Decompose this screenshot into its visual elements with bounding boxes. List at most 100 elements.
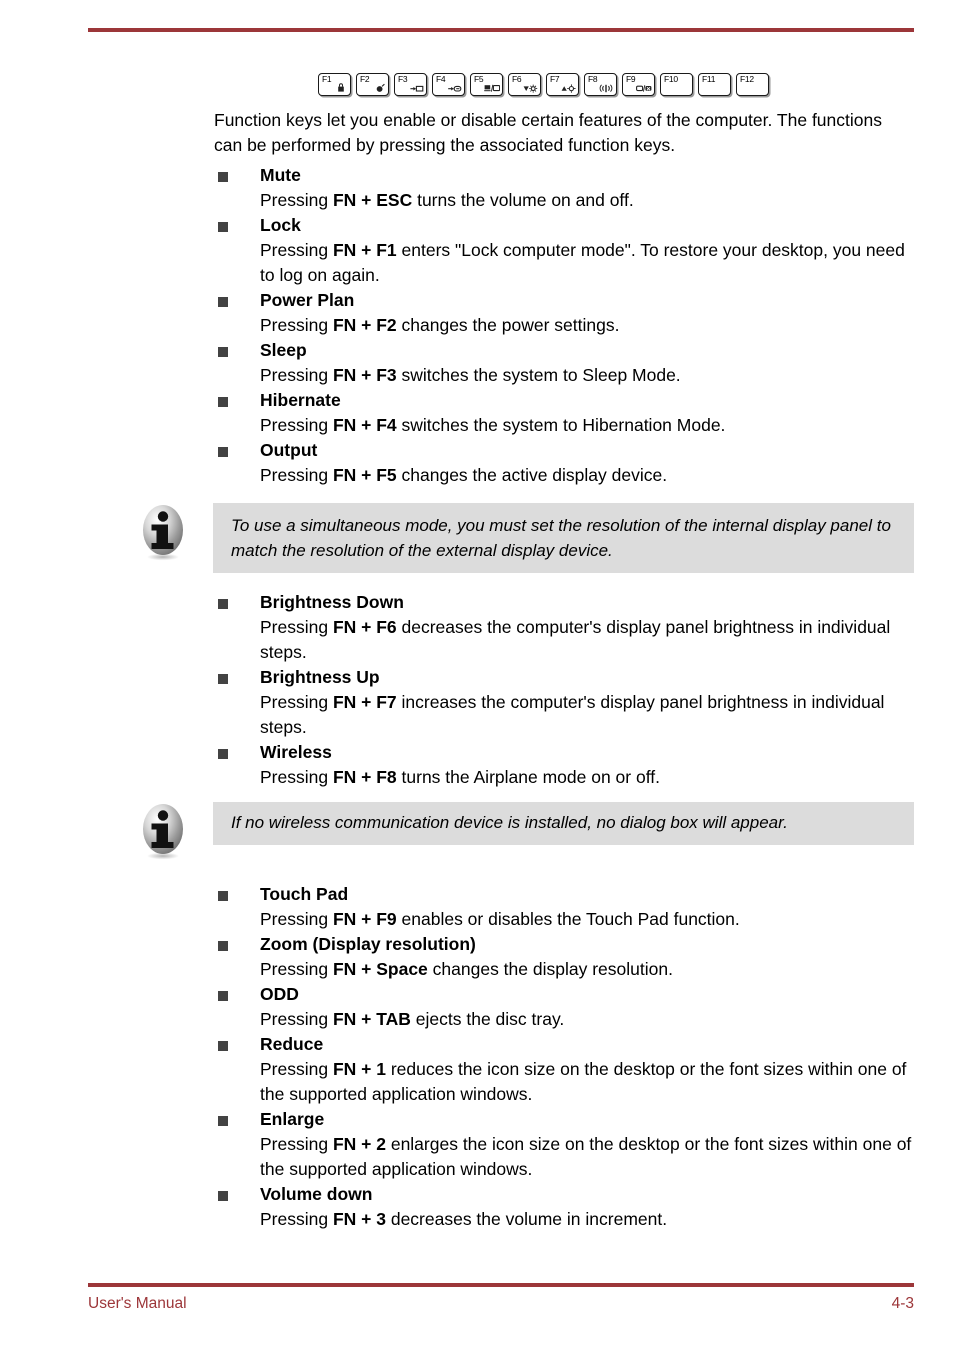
function-key-f6[interactable]: F6 [508, 73, 541, 96]
hibernate-icon [446, 83, 462, 94]
description-suffix: enables or disables the Touch Pad functi… [396, 909, 740, 929]
function-key-row: F1 F2 F3 F4 F5 F6 F7 F8 F9 F10 F11 F12 [318, 73, 769, 96]
function-key-item: Reduce Pressing FN + 1 reduces the icon s… [214, 1032, 914, 1107]
bullet-square-icon [218, 674, 228, 684]
note-body: To use a simultaneous mode, you must set… [213, 503, 914, 573]
shortcut-keys: FN + 1 [332, 1059, 386, 1079]
output-display-icon [484, 83, 500, 94]
bullet-square-icon [218, 1041, 228, 1051]
wireless-icon [598, 83, 614, 94]
function-key-item-description: Pressing FN + 1 reduces the icon size on… [260, 1057, 914, 1107]
info-icon [136, 802, 190, 860]
shortcut-keys: FN + F5 [332, 465, 397, 485]
manual-page: F1 F2 F3 F4 F5 F6 F7 F8 F9 F10 F11 F12 Function key… [0, 0, 954, 1345]
function-key-item-description: Pressing FN + TAB ejects the disc tray. [260, 1007, 914, 1032]
function-key-item: Wireless Pressing FN + F8 turns the Airpl… [214, 740, 914, 790]
function-key-f2[interactable]: F2 [356, 73, 389, 96]
description-prefix: Pressing [260, 190, 333, 210]
description-suffix: decreases the volume in increment. [385, 1209, 668, 1229]
bullet-square-icon [218, 1116, 228, 1126]
function-key-item-description: Pressing FN + 3 decreases the volume in … [260, 1207, 914, 1232]
function-key-label: F2 [360, 74, 370, 84]
function-key-label: F10 [664, 74, 678, 84]
description-suffix: turns the volume on and off. [412, 190, 634, 210]
description-suffix: switches the system to Hibernation Mode. [396, 415, 726, 435]
function-key-f10[interactable]: F10 [660, 73, 693, 96]
note-text: To use a simultaneous mode, you must set… [231, 516, 891, 560]
function-key-item-title: Wireless [260, 742, 332, 762]
function-key-label: F6 [512, 74, 522, 84]
description-suffix: ejects the disc tray. [410, 1009, 565, 1029]
bullet-square-icon [218, 941, 228, 951]
bullet-square-icon [218, 397, 228, 407]
function-key-item: Power Plan Pressing FN + F2 changes the p… [214, 288, 914, 338]
header-rule [88, 28, 914, 32]
description-prefix: Pressing [260, 617, 333, 637]
shortcut-keys: FN + ESC [332, 190, 413, 210]
function-key-item-description: Pressing FN + F8 turns the Airplane mode… [260, 765, 914, 790]
function-key-item-description: Pressing FN + F9 enables or disables the… [260, 907, 914, 932]
description-prefix: Pressing [260, 959, 333, 979]
bullet-square-icon [218, 749, 228, 759]
function-key-item-description: Pressing FN + ESC turns the volume on an… [260, 188, 914, 213]
function-key-f4[interactable]: F4 [432, 73, 465, 96]
function-key-item: Mute Pressing FN + ESC turns the volume o… [214, 163, 914, 213]
function-key-item-title: Brightness Down [260, 592, 404, 612]
function-key-f11[interactable]: F11 [698, 73, 731, 96]
shortcut-keys: FN + TAB [332, 1009, 411, 1029]
footer-page-number: 4-3 [891, 1295, 914, 1312]
shortcut-keys: FN + F8 [332, 767, 397, 787]
function-key-f1[interactable]: F1 [318, 73, 351, 96]
function-key-label: F1 [322, 74, 332, 84]
function-key-f12[interactable]: F12 [736, 73, 769, 96]
description-prefix: Pressing [260, 365, 333, 385]
function-key-item: Lock Pressing FN + F1 enters "Lock comput… [214, 213, 914, 288]
shortcut-keys: FN + F3 [332, 365, 397, 385]
function-key-item-description: Pressing FN + F6 decreases the computer'… [260, 615, 914, 665]
description-suffix: changes the display resolution. [427, 959, 673, 979]
function-key-label: F9 [626, 74, 636, 84]
shortcut-keys: FN + F9 [332, 909, 397, 929]
intro-paragraph: Function keys let you enable or disable … [214, 110, 882, 155]
function-key-item: Sleep Pressing FN + F3 switches the syste… [214, 338, 914, 388]
description-prefix: Pressing [260, 315, 333, 335]
function-key-item-title: Brightness Up [260, 667, 380, 687]
shortcut-keys: FN + F1 [332, 240, 397, 260]
function-key-label: F5 [474, 74, 484, 84]
function-key-item-description: Pressing FN + F2 changes the power setti… [260, 313, 914, 338]
function-key-list-brightness: Brightness Down Pressing FN + F6 decrease… [214, 590, 914, 790]
function-key-item: Output Pressing FN + F5 changes the activ… [214, 438, 914, 488]
shortcut-keys: FN + F7 [332, 692, 397, 712]
function-key-list-secondary: Touch Pad Pressing FN + F9 enables or dis… [214, 882, 914, 1232]
sleep-icon [408, 83, 424, 94]
function-key-f3[interactable]: F3 [394, 73, 427, 96]
function-key-item-description: Pressing FN + F1 enters "Lock computer m… [260, 238, 914, 288]
description-prefix: Pressing [260, 692, 333, 712]
lock-icon [332, 83, 348, 94]
function-key-item-title: Output [260, 440, 318, 460]
function-key-f7[interactable]: F7 [546, 73, 579, 96]
description-prefix: Pressing [260, 909, 333, 929]
description-prefix: Pressing [260, 1009, 333, 1029]
function-key-item-title: ODD [260, 984, 299, 1004]
bullet-square-icon [218, 447, 228, 457]
function-key-f5[interactable]: F5 [470, 73, 503, 96]
bullet-square-icon [218, 172, 228, 182]
function-key-item-title: Zoom (Display resolution) [260, 934, 476, 954]
function-key-item-title: Reduce [260, 1034, 324, 1054]
function-key-item-title: Hibernate [260, 390, 341, 410]
footer-manual-label: User's Manual [88, 1295, 187, 1312]
note-body: If no wireless communication device is i… [213, 802, 914, 845]
function-key-f9[interactable]: F9 [622, 73, 655, 96]
shortcut-keys: FN + Space [332, 959, 428, 979]
function-key-item: Brightness Up Pressing FN + F7 increases … [214, 665, 914, 740]
bullet-square-icon [218, 297, 228, 307]
footer-rule [88, 1283, 914, 1287]
description-suffix: changes the active display device. [396, 465, 668, 485]
function-key-item-title: Mute [260, 165, 301, 185]
function-key-label: F7 [550, 74, 560, 84]
bullet-square-icon [218, 347, 228, 357]
function-key-item: Volume down Pressing FN + 3 decreases the… [214, 1182, 914, 1232]
function-key-item: Zoom (Display resolution) Pressing FN + S… [214, 932, 914, 982]
function-key-f8[interactable]: F8 [584, 73, 617, 96]
